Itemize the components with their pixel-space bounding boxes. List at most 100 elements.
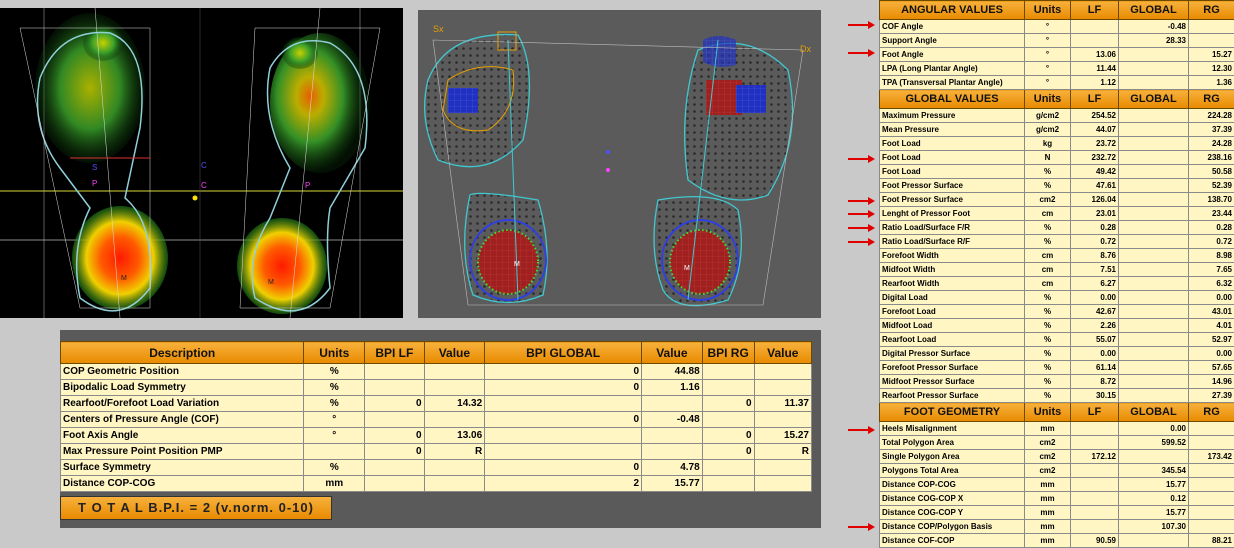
bpi-cell: 0 <box>702 396 754 412</box>
bpi-cell: 11.37 <box>754 396 811 412</box>
global-values-row: Foot Pressor Surfacecm2126.04138.70 <box>880 193 1234 207</box>
global-values-cell: 0.28 <box>1071 221 1119 235</box>
arrow-icon <box>846 48 876 58</box>
global-values-row: Foot LoadN232.72238.16 <box>880 151 1234 165</box>
global-values-cell: Rearfoot Pressor Surface <box>880 389 1025 403</box>
bpi-row: COP Geometric Position%044.88 <box>61 364 812 380</box>
angular-values-cell: ° <box>1025 20 1071 34</box>
bpi-cell: 0 <box>702 444 754 460</box>
angular-values-cell: ° <box>1025 76 1071 90</box>
angular-values-cell: 12.30 <box>1189 62 1234 76</box>
angular-values-header-cell: RG <box>1189 1 1234 20</box>
angular-values-cell: Foot Angle <box>880 48 1025 62</box>
angular-values-cell: 15.27 <box>1189 48 1234 62</box>
foot-geometry-cell <box>1071 478 1119 492</box>
foot-geometry-cell: 88.21 <box>1189 534 1234 548</box>
bpi-cell <box>365 460 425 476</box>
bpi-cell: Rearfoot/Forefoot Load Variation <box>61 396 304 412</box>
global-values-row: Digital Pressor Surface%0.000.00 <box>880 347 1234 361</box>
global-values-row: Foot Loadkg23.7224.28 <box>880 137 1234 151</box>
foot-geometry-cell: mm <box>1025 478 1071 492</box>
global-values-cell: Maximum Pressure <box>880 109 1025 123</box>
foot-geometry-cell <box>1071 520 1119 534</box>
plantar-sensor-panel: Sx Dx M M <box>418 10 821 318</box>
global-values-cell: Midfoot Pressor Surface <box>880 375 1025 389</box>
bpi-cell <box>485 444 642 460</box>
bpi-cell <box>754 460 811 476</box>
global-values-cell: 6.32 <box>1189 277 1234 291</box>
bpi-cell <box>642 444 703 460</box>
bpi-cell: COP Geometric Position <box>61 364 304 380</box>
global-values-row: Foot Load%49.4250.58 <box>880 165 1234 179</box>
global-values-cell <box>1119 319 1189 333</box>
angular-values-cell: ° <box>1025 62 1071 76</box>
global-values-cell: Rearfoot Load <box>880 333 1025 347</box>
arrow-icon <box>846 425 876 435</box>
bpi-row: Max Pressure Point Position PMP0R0R <box>61 444 812 460</box>
global-values-cell <box>1119 263 1189 277</box>
foot-geometry-cell: Single Polygon Area <box>880 450 1025 464</box>
foot-geometry-cell: 173.42 <box>1189 450 1234 464</box>
angular-values-row: TPA (Transversal Plantar Angle)°1.121.36 <box>880 76 1234 90</box>
global-values-cell: 8.72 <box>1071 375 1119 389</box>
foot-geometry-cell: Heels Misalignment <box>880 422 1025 436</box>
bpi-cell: % <box>304 364 365 380</box>
global-values-cell: 52.39 <box>1189 179 1234 193</box>
right-max-pressure-marker: M <box>268 279 274 286</box>
angular-values-cell: 13.06 <box>1071 48 1119 62</box>
global-values-cell: Forefoot Width <box>880 249 1025 263</box>
global-values-cell: Ratio Load/Surface F/R <box>880 221 1025 235</box>
arrow-icon <box>846 223 876 233</box>
bpi-header-cell: Value <box>754 342 811 364</box>
angular-values-cell: 28.33 <box>1119 34 1189 48</box>
bpi-header-cell: BPI RG <box>702 342 754 364</box>
left-max-pressure-marker: M <box>121 275 127 282</box>
bpi-cell <box>424 380 485 396</box>
foot-geometry-cell <box>1189 520 1234 534</box>
global-values-cell: % <box>1025 235 1071 249</box>
global-values-cell <box>1119 375 1189 389</box>
global-values-row: Midfoot Load%2.264.01 <box>880 319 1234 333</box>
bpi-cell: 44.88 <box>642 364 703 380</box>
bpi-cell <box>485 396 642 412</box>
global-values-cell: 37.39 <box>1189 123 1234 137</box>
bpi-cell: 0 <box>485 412 642 428</box>
global-values-row: Maximum Pressureg/cm2254.52224.28 <box>880 109 1234 123</box>
foot-geometry-cell: mm <box>1025 506 1071 520</box>
foot-geometry-row: Heels Misalignmentmm0.00 <box>880 422 1234 436</box>
bpi-cell: Centers of Pressure Angle (COF) <box>61 412 304 428</box>
bpi-cell <box>642 428 703 444</box>
angular-values-header: ANGULAR VALUESUnitsLFGLOBALRG <box>880 1 1234 20</box>
bpi-cell: 1.16 <box>642 380 703 396</box>
global-values-cell: cm <box>1025 249 1071 263</box>
foot-geometry-cell: Distance COG-COP X <box>880 492 1025 506</box>
angular-values-cell: 1.36 <box>1189 76 1234 90</box>
bpi-cell: % <box>304 380 365 396</box>
global-values-header-cell: LF <box>1071 90 1119 109</box>
bpi-cell: 4.78 <box>642 460 703 476</box>
bpi-cell <box>702 380 754 396</box>
bpi-table: DescriptionUnitsBPI LFValueBPI GLOBALVal… <box>60 341 812 492</box>
bpi-header-cell: BPI LF <box>365 342 425 364</box>
heatmap-label-p-right: P <box>305 181 310 190</box>
foot-geometry-cell <box>1071 506 1119 520</box>
global-values-cell: 0.00 <box>1071 291 1119 305</box>
plantar-sensor-map: Sx Dx M M <box>418 10 821 318</box>
global-values-cell: 0.00 <box>1189 347 1234 361</box>
angular-values-cell <box>1119 48 1189 62</box>
global-values-cell: 0.72 <box>1189 235 1234 249</box>
bpi-row: Bipodalic Load Symmetry%01.16 <box>61 380 812 396</box>
global-values-cell: % <box>1025 389 1071 403</box>
global-values-cell <box>1119 109 1189 123</box>
angular-values-cell: Support Angle <box>880 34 1025 48</box>
foot-geometry-cell: mm <box>1025 520 1071 534</box>
bpi-cell: Max Pressure Point Position PMP <box>61 444 304 460</box>
global-values-cell: 0.28 <box>1189 221 1234 235</box>
global-values-cell: kg <box>1025 137 1071 151</box>
global-values-header-cell: GLOBAL <box>1119 90 1189 109</box>
global-values-cell: 30.15 <box>1071 389 1119 403</box>
left-foot-center-marker: M <box>514 261 520 268</box>
global-values-cell: 2.26 <box>1071 319 1119 333</box>
foot-geometry-row: Distance COP-COGmm15.77 <box>880 478 1234 492</box>
global-values-cell <box>1119 333 1189 347</box>
